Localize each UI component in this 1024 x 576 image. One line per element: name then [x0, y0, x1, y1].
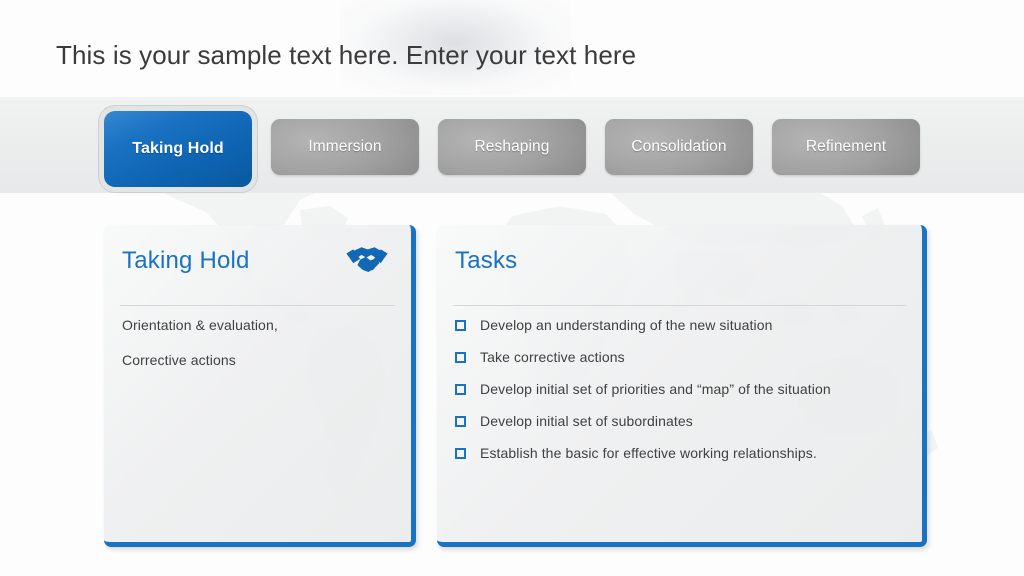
- checkbox-icon[interactable]: [455, 320, 466, 331]
- card-text-line: Orientation & evaluation,: [122, 317, 278, 333]
- task-label: Take corrective actions: [480, 349, 625, 365]
- task-list-item[interactable]: Develop initial set of subordinates: [455, 413, 908, 430]
- task-list-item[interactable]: Develop an understanding of the new situ…: [455, 317, 908, 334]
- stage-tabs: Taking Hold Immersion Reshaping Consolid…: [0, 97, 1024, 193]
- taking-hold-card: Taking Hold Orientation & evaluation, Co…: [104, 225, 416, 547]
- card-divider: [120, 305, 395, 306]
- tab-reshaping[interactable]: Reshaping: [438, 119, 586, 175]
- task-label: Develop initial set of subordinates: [480, 413, 693, 429]
- tasks-list: Develop an understanding of the new situ…: [455, 317, 908, 477]
- task-list-item[interactable]: Establish the basic for effective workin…: [455, 445, 908, 462]
- tab-label: Refinement: [805, 138, 887, 155]
- task-label: Establish the basic for effective workin…: [480, 445, 817, 461]
- card-title: Tasks: [455, 247, 518, 274]
- checkbox-icon[interactable]: [455, 384, 466, 395]
- tab-refinement[interactable]: Refinement: [772, 119, 920, 175]
- tab-label: Consolidation: [631, 138, 727, 155]
- task-list-item[interactable]: Take corrective actions: [455, 349, 908, 366]
- task-label: Develop an understanding of the new situ…: [480, 317, 773, 333]
- card-title: Taking Hold: [122, 247, 250, 274]
- tab-taking-hold[interactable]: Taking Hold: [104, 111, 252, 187]
- checkbox-icon[interactable]: [455, 416, 466, 427]
- card-body: Orientation & evaluation, Corrective act…: [122, 317, 397, 387]
- tab-label: Reshaping: [474, 138, 550, 155]
- tab-consolidation[interactable]: Consolidation: [605, 119, 753, 175]
- page-title: This is your sample text here. Enter you…: [56, 40, 637, 70]
- card-text-line: Corrective actions: [122, 352, 236, 368]
- task-label: Develop initial set of priorities and “m…: [480, 381, 831, 397]
- tab-immersion[interactable]: Immersion: [271, 119, 419, 175]
- tab-label: Taking Hold: [132, 140, 224, 157]
- card-header: Taking Hold: [104, 225, 411, 306]
- tab-label: Immersion: [308, 138, 382, 155]
- card-divider: [453, 305, 906, 306]
- task-list-item[interactable]: Develop initial set of priorities and “m…: [455, 381, 908, 398]
- checkbox-icon[interactable]: [455, 352, 466, 363]
- slide-canvas: This is your sample text here. Enter you…: [0, 0, 1024, 576]
- card-header: Tasks: [437, 225, 922, 306]
- handshake-icon: [346, 247, 388, 272]
- checkbox-icon[interactable]: [455, 448, 466, 459]
- tasks-card: Tasks Develop an understanding of the ne…: [437, 225, 927, 547]
